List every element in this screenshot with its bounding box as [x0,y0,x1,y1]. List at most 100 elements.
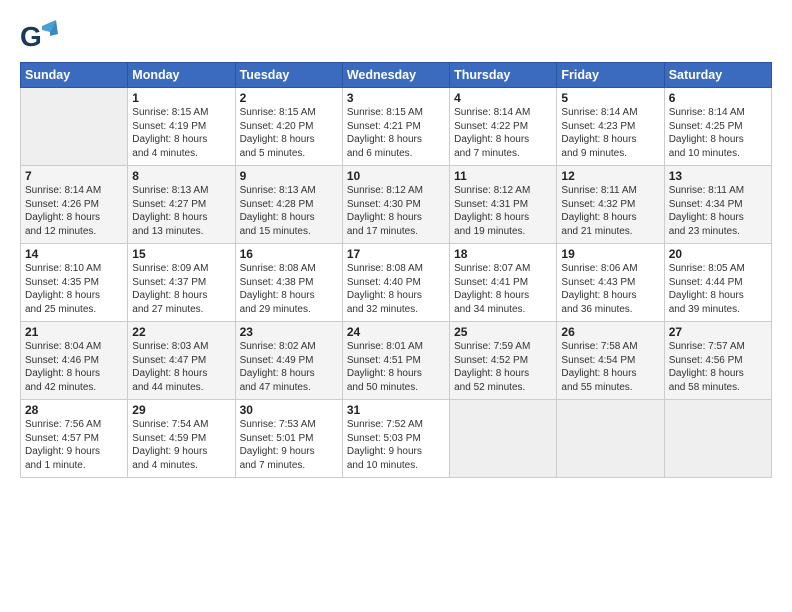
calendar-week-5: 28Sunrise: 7:56 AM Sunset: 4:57 PM Dayli… [21,400,772,478]
day-info: Sunrise: 8:02 AM Sunset: 4:49 PM Dayligh… [240,340,338,394]
day-info: Sunrise: 8:06 AM Sunset: 4:43 PM Dayligh… [561,262,659,316]
day-number: 4 [454,91,552,105]
calendar-week-3: 14Sunrise: 8:10 AM Sunset: 4:35 PM Dayli… [21,244,772,322]
day-number: 23 [240,325,338,339]
svg-text:G: G [20,21,42,52]
calendar-cell: 18Sunrise: 8:07 AM Sunset: 4:41 PM Dayli… [450,244,557,322]
day-number: 27 [669,325,767,339]
day-info: Sunrise: 8:12 AM Sunset: 4:30 PM Dayligh… [347,184,445,238]
calendar-cell: 10Sunrise: 8:12 AM Sunset: 4:30 PM Dayli… [342,166,449,244]
day-number: 17 [347,247,445,261]
day-number: 16 [240,247,338,261]
weekday-header-monday: Monday [128,63,235,88]
day-info: Sunrise: 7:54 AM Sunset: 4:59 PM Dayligh… [132,418,230,472]
day-info: Sunrise: 7:58 AM Sunset: 4:54 PM Dayligh… [561,340,659,394]
calendar-cell: 7Sunrise: 8:14 AM Sunset: 4:26 PM Daylig… [21,166,128,244]
day-info: Sunrise: 8:08 AM Sunset: 4:38 PM Dayligh… [240,262,338,316]
day-number: 18 [454,247,552,261]
calendar-cell: 11Sunrise: 8:12 AM Sunset: 4:31 PM Dayli… [450,166,557,244]
calendar-cell: 27Sunrise: 7:57 AM Sunset: 4:56 PM Dayli… [664,322,771,400]
day-number: 12 [561,169,659,183]
day-number: 13 [669,169,767,183]
calendar-cell: 26Sunrise: 7:58 AM Sunset: 4:54 PM Dayli… [557,322,664,400]
calendar-cell: 12Sunrise: 8:11 AM Sunset: 4:32 PM Dayli… [557,166,664,244]
day-number: 31 [347,403,445,417]
day-info: Sunrise: 7:53 AM Sunset: 5:01 PM Dayligh… [240,418,338,472]
day-number: 20 [669,247,767,261]
calendar-cell: 23Sunrise: 8:02 AM Sunset: 4:49 PM Dayli… [235,322,342,400]
calendar-cell: 1Sunrise: 8:15 AM Sunset: 4:19 PM Daylig… [128,88,235,166]
day-info: Sunrise: 8:14 AM Sunset: 4:23 PM Dayligh… [561,106,659,160]
calendar-cell [450,400,557,478]
calendar-cell: 19Sunrise: 8:06 AM Sunset: 4:43 PM Dayli… [557,244,664,322]
day-info: Sunrise: 8:04 AM Sunset: 4:46 PM Dayligh… [25,340,123,394]
day-number: 19 [561,247,659,261]
day-info: Sunrise: 7:59 AM Sunset: 4:52 PM Dayligh… [454,340,552,394]
weekday-header-friday: Friday [557,63,664,88]
day-info: Sunrise: 8:13 AM Sunset: 4:27 PM Dayligh… [132,184,230,238]
calendar-cell: 24Sunrise: 8:01 AM Sunset: 4:51 PM Dayli… [342,322,449,400]
day-number: 7 [25,169,123,183]
calendar-cell: 31Sunrise: 7:52 AM Sunset: 5:03 PM Dayli… [342,400,449,478]
day-number: 11 [454,169,552,183]
day-info: Sunrise: 8:03 AM Sunset: 4:47 PM Dayligh… [132,340,230,394]
calendar-week-4: 21Sunrise: 8:04 AM Sunset: 4:46 PM Dayli… [21,322,772,400]
calendar-cell [21,88,128,166]
weekday-header-thursday: Thursday [450,63,557,88]
calendar-week-1: 1Sunrise: 8:15 AM Sunset: 4:19 PM Daylig… [21,88,772,166]
header: G [20,18,772,56]
calendar-cell: 5Sunrise: 8:14 AM Sunset: 4:23 PM Daylig… [557,88,664,166]
day-number: 6 [669,91,767,105]
weekday-header-wednesday: Wednesday [342,63,449,88]
calendar-cell: 16Sunrise: 8:08 AM Sunset: 4:38 PM Dayli… [235,244,342,322]
calendar-cell: 14Sunrise: 8:10 AM Sunset: 4:35 PM Dayli… [21,244,128,322]
day-number: 28 [25,403,123,417]
day-number: 21 [25,325,123,339]
calendar-cell: 8Sunrise: 8:13 AM Sunset: 4:27 PM Daylig… [128,166,235,244]
day-info: Sunrise: 8:14 AM Sunset: 4:22 PM Dayligh… [454,106,552,160]
day-number: 22 [132,325,230,339]
day-info: Sunrise: 7:52 AM Sunset: 5:03 PM Dayligh… [347,418,445,472]
calendar-cell: 20Sunrise: 8:05 AM Sunset: 4:44 PM Dayli… [664,244,771,322]
calendar-cell: 6Sunrise: 8:14 AM Sunset: 4:25 PM Daylig… [664,88,771,166]
weekday-header-tuesday: Tuesday [235,63,342,88]
weekday-header-saturday: Saturday [664,63,771,88]
day-info: Sunrise: 8:11 AM Sunset: 4:34 PM Dayligh… [669,184,767,238]
calendar-cell: 15Sunrise: 8:09 AM Sunset: 4:37 PM Dayli… [128,244,235,322]
day-number: 25 [454,325,552,339]
calendar-week-2: 7Sunrise: 8:14 AM Sunset: 4:26 PM Daylig… [21,166,772,244]
calendar-cell: 2Sunrise: 8:15 AM Sunset: 4:20 PM Daylig… [235,88,342,166]
calendar-cell: 25Sunrise: 7:59 AM Sunset: 4:52 PM Dayli… [450,322,557,400]
day-number: 15 [132,247,230,261]
logo-icon: G [20,18,58,56]
day-number: 26 [561,325,659,339]
day-number: 30 [240,403,338,417]
day-info: Sunrise: 8:09 AM Sunset: 4:37 PM Dayligh… [132,262,230,316]
calendar-cell: 9Sunrise: 8:13 AM Sunset: 4:28 PM Daylig… [235,166,342,244]
day-info: Sunrise: 8:15 AM Sunset: 4:20 PM Dayligh… [240,106,338,160]
logo: G [20,18,62,56]
day-number: 1 [132,91,230,105]
calendar-cell [557,400,664,478]
day-info: Sunrise: 8:12 AM Sunset: 4:31 PM Dayligh… [454,184,552,238]
day-number: 10 [347,169,445,183]
calendar-cell: 17Sunrise: 8:08 AM Sunset: 4:40 PM Dayli… [342,244,449,322]
calendar-cell: 21Sunrise: 8:04 AM Sunset: 4:46 PM Dayli… [21,322,128,400]
calendar-cell: 22Sunrise: 8:03 AM Sunset: 4:47 PM Dayli… [128,322,235,400]
calendar-cell [664,400,771,478]
day-info: Sunrise: 8:15 AM Sunset: 4:19 PM Dayligh… [132,106,230,160]
calendar-cell: 29Sunrise: 7:54 AM Sunset: 4:59 PM Dayli… [128,400,235,478]
calendar-cell: 28Sunrise: 7:56 AM Sunset: 4:57 PM Dayli… [21,400,128,478]
day-number: 5 [561,91,659,105]
day-info: Sunrise: 7:56 AM Sunset: 4:57 PM Dayligh… [25,418,123,472]
weekday-header-sunday: Sunday [21,63,128,88]
calendar-table: SundayMondayTuesdayWednesdayThursdayFrid… [20,62,772,478]
day-number: 14 [25,247,123,261]
day-number: 3 [347,91,445,105]
calendar-page: G SundayMondayTuesdayWednesdayThursdayFr… [0,0,792,612]
weekday-header-row: SundayMondayTuesdayWednesdayThursdayFrid… [21,63,772,88]
day-number: 29 [132,403,230,417]
day-number: 8 [132,169,230,183]
day-info: Sunrise: 8:13 AM Sunset: 4:28 PM Dayligh… [240,184,338,238]
day-info: Sunrise: 8:10 AM Sunset: 4:35 PM Dayligh… [25,262,123,316]
